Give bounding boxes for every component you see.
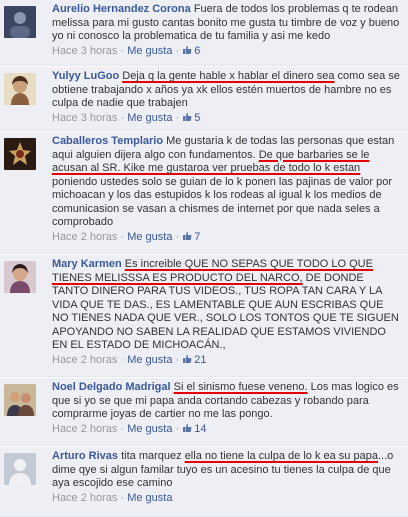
comment-time[interactable]: Hace 3 horas <box>52 112 117 124</box>
comment-meta: Hace 2 horas · Me gusta <box>52 491 173 504</box>
marked-text: Deja q la gente hable x hablar el dinero… <box>122 70 335 82</box>
comment-time[interactable]: Hace 2 horas <box>52 492 117 504</box>
like-link[interactable]: Me gusta <box>127 423 172 435</box>
comment-feed: Aurelio Hernandez Corona Fuera de todos … <box>0 0 408 517</box>
like-count[interactable]: 14 <box>194 423 206 435</box>
avatar[interactable] <box>4 453 36 485</box>
comment-meta: Hace 3 horas · Me gusta · 5 <box>52 111 201 124</box>
like-count[interactable]: 7 <box>194 231 200 243</box>
commenter-name[interactable]: Mary Karmen <box>52 258 122 270</box>
commenter-name[interactable]: Yulyy LuGoo <box>52 70 119 82</box>
like-link[interactable]: Me gusta <box>127 112 172 124</box>
commenter-name[interactable]: Aurelio Hernandez Corona <box>52 3 191 15</box>
comment-item: Yulyy LuGoo Deja q la gente hable x habl… <box>0 67 408 131</box>
thumbs-up-icon[interactable] <box>182 112 192 122</box>
comment-time[interactable]: Hace 2 horas <box>52 354 117 366</box>
like-count[interactable]: 21 <box>194 354 206 366</box>
marked-text: Si el sinismo fuese veneno. <box>173 381 308 393</box>
comment-text: Me gustaria k de todas las personas que … <box>52 135 395 228</box>
thumbs-up-icon[interactable] <box>182 45 192 55</box>
avatar[interactable] <box>4 138 36 170</box>
marked-text: ella no tiene la culpa de lo k ea su pap… <box>184 450 378 462</box>
thumbs-up-icon[interactable] <box>182 423 192 433</box>
avatar[interactable] <box>4 384 36 416</box>
comment-time[interactable]: Hace 2 horas <box>52 423 117 435</box>
like-count[interactable]: 6 <box>194 45 200 57</box>
comment-item: Caballeros Templario Me gustaria k de to… <box>0 132 408 254</box>
comment-item: Noel Delgado Madrigal Si el sinismo fues… <box>0 378 408 446</box>
comment-meta: Hace 2 horas · Me gusta · 21 <box>52 353 207 366</box>
comment-meta: Hace 2 horas · Me gusta · 14 <box>52 422 207 435</box>
comment-time[interactable]: Hace 3 horas <box>52 45 117 57</box>
like-count[interactable]: 5 <box>194 112 200 124</box>
commenter-name[interactable]: Caballeros Templario <box>52 135 163 147</box>
comment-meta: Hace 2 horas · Me gusta · 7 <box>52 230 201 243</box>
avatar[interactable] <box>4 73 36 105</box>
comment-item: Mary Karmen Es increible QUE NO SEPAS QU… <box>0 255 408 377</box>
comment-item: Aurelio Hernandez Corona Fuera de todos … <box>0 0 408 66</box>
avatar[interactable] <box>4 261 36 293</box>
like-link[interactable]: Me gusta <box>127 45 172 57</box>
comment-item: Arturo Rivas tita marquez ella no tiene … <box>0 447 408 517</box>
comment-meta: Hace 3 horas · Me gusta · 6 <box>52 44 201 57</box>
like-link[interactable]: Me gusta <box>127 231 172 243</box>
comment-text: Es increible QUE NO SEPAS QUE TODO LO QU… <box>52 258 399 351</box>
thumbs-up-icon[interactable] <box>182 354 192 364</box>
avatar[interactable] <box>4 6 36 38</box>
commenter-name[interactable]: Noel Delgado Madrigal <box>52 381 171 393</box>
comment-time[interactable]: Hace 2 horas <box>52 231 117 243</box>
thumbs-up-icon[interactable] <box>182 231 192 241</box>
like-link[interactable]: Me gusta <box>127 492 172 504</box>
like-link[interactable]: Me gusta <box>127 354 172 366</box>
commenter-name[interactable]: Arturo Rivas <box>52 450 118 462</box>
